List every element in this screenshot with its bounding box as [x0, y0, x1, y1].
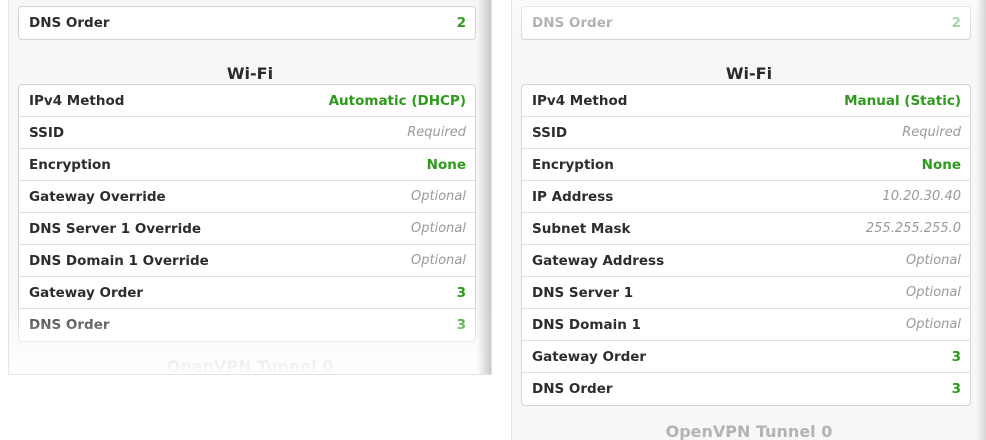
encryption-value[interactable]: None	[427, 157, 466, 173]
gateway-address-label: Gateway Address	[532, 252, 665, 269]
gateway-address-row[interactable]: Gateway Address Optional	[522, 245, 970, 277]
dns-order-label: DNS Order	[532, 381, 613, 397]
ip-address-label: IP Address	[532, 188, 614, 205]
ip-address-field[interactable]: 10.20.30.40	[882, 189, 961, 204]
ssid-label: SSID	[532, 124, 568, 141]
encryption-row[interactable]: Encryption None	[522, 149, 970, 181]
encryption-row[interactable]: Encryption None	[19, 149, 475, 181]
dns-domain-1-field[interactable]: Optional	[906, 317, 961, 332]
ssid-label: SSID	[29, 124, 65, 141]
dns-order-row[interactable]: DNS Order 3	[522, 373, 970, 405]
wifi-settings-card: IPv4 Method Automatic (DHCP) SSID Requir…	[18, 84, 476, 342]
ip-address-row[interactable]: IP Address 10.20.30.40	[522, 181, 970, 213]
encryption-value[interactable]: None	[922, 157, 961, 173]
ipv4-method-value[interactable]: Automatic (DHCP)	[329, 93, 466, 109]
gateway-override-field[interactable]: Optional	[411, 189, 466, 204]
dns-order-label: DNS Order	[532, 15, 613, 31]
dns-server-1-row[interactable]: DNS Server 1 Optional	[522, 277, 970, 309]
gateway-order-row[interactable]: Gateway Order 3	[19, 277, 475, 309]
dns-order-row[interactable]: DNS Order 2	[522, 7, 970, 39]
gateway-order-value[interactable]: 3	[457, 285, 466, 301]
encryption-label: Encryption	[532, 156, 614, 173]
subnet-mask-label: Subnet Mask	[532, 220, 631, 237]
prev-section-card: DNS Order 2	[18, 6, 476, 40]
subnet-mask-field[interactable]: 255.255.255.0	[866, 221, 961, 236]
dns-server-1-override-label: DNS Server 1 Override	[29, 220, 202, 237]
gateway-override-label: Gateway Override	[29, 188, 166, 205]
prev-section-card: DNS Order 2	[521, 6, 971, 40]
dns-order-value[interactable]: 3	[457, 317, 466, 333]
ipv4-method-row[interactable]: IPv4 Method Automatic (DHCP)	[19, 85, 475, 117]
subnet-mask-row[interactable]: Subnet Mask 255.255.255.0	[522, 213, 970, 245]
dns-order-label: DNS Order	[29, 15, 110, 31]
gateway-order-label: Gateway Order	[29, 284, 144, 301]
gateway-order-value[interactable]: 3	[952, 349, 961, 365]
gateway-order-label: Gateway Order	[532, 348, 647, 365]
dns-order-value[interactable]: 3	[952, 381, 961, 397]
dns-order-value[interactable]: 2	[457, 15, 466, 31]
gateway-order-row[interactable]: Gateway Order 3	[522, 341, 970, 373]
right-settings-panel: DNS Order 2 Wi-Fi IPv4 Method Manual (St…	[512, 0, 986, 440]
dns-domain-1-override-label: DNS Domain 1 Override	[29, 252, 209, 269]
ipv4-method-label: IPv4 Method	[29, 92, 125, 109]
dns-server-1-override-row[interactable]: DNS Server 1 Override Optional	[19, 213, 475, 245]
dns-domain-1-label: DNS Domain 1	[532, 316, 641, 333]
ipv4-method-row[interactable]: IPv4 Method Manual (Static)	[522, 85, 970, 117]
dns-server-1-field[interactable]: Optional	[906, 285, 961, 300]
gateway-address-field[interactable]: Optional	[906, 253, 961, 268]
openvpn-section-title: OpenVPN Tunnel 0	[166, 357, 334, 374]
wifi-settings-card: IPv4 Method Manual (Static) SSID Require…	[521, 84, 971, 406]
left-settings-panel: DNS Order 2 Wi-Fi IPv4 Method Automatic …	[9, 0, 491, 374]
dns-order-row[interactable]: DNS Order 3	[19, 309, 475, 341]
dns-server-1-override-field[interactable]: Optional	[411, 221, 466, 236]
ssid-field[interactable]: Required	[407, 125, 466, 140]
ssid-row[interactable]: SSID Required	[522, 117, 970, 149]
dns-server-1-label: DNS Server 1	[532, 284, 634, 301]
ipv4-method-label: IPv4 Method	[532, 92, 628, 109]
ipv4-method-value[interactable]: Manual (Static)	[844, 93, 961, 109]
dns-domain-1-override-row[interactable]: DNS Domain 1 Override Optional	[19, 245, 475, 277]
ssid-field[interactable]: Required	[902, 125, 961, 140]
dns-domain-1-override-field[interactable]: Optional	[411, 253, 466, 268]
wifi-section-title: Wi-Fi	[226, 64, 274, 83]
encryption-label: Encryption	[29, 156, 111, 173]
openvpn-section-title: OpenVPN Tunnel 0	[665, 422, 833, 440]
gateway-override-row[interactable]: Gateway Override Optional	[19, 181, 475, 213]
dns-order-row[interactable]: DNS Order 2	[19, 7, 475, 39]
wifi-section-title: Wi-Fi	[725, 64, 773, 83]
dns-domain-1-row[interactable]: DNS Domain 1 Optional	[522, 309, 970, 341]
dns-order-label: DNS Order	[29, 317, 110, 333]
dns-order-value[interactable]: 2	[952, 15, 961, 31]
ssid-row[interactable]: SSID Required	[19, 117, 475, 149]
